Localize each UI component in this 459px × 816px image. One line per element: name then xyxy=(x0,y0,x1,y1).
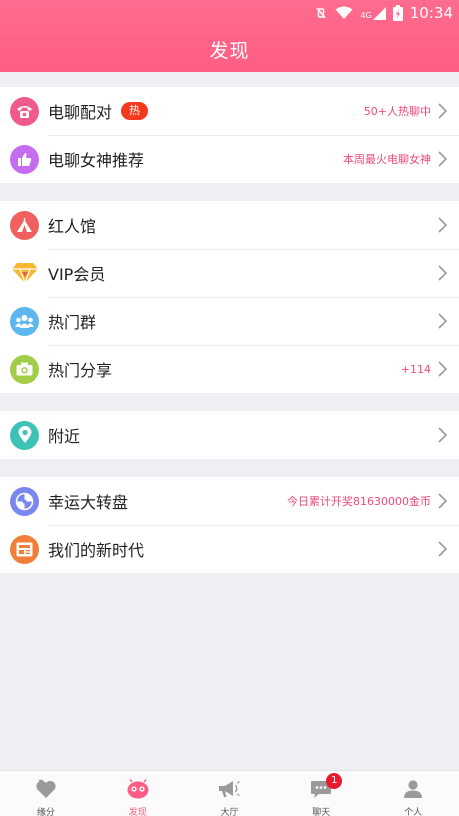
status-bar: 4G 10:34 xyxy=(314,3,453,23)
row-label: 热门分享 xyxy=(48,361,113,380)
location-pin-icon xyxy=(10,420,39,450)
row-right-text: 今日累计开奖81630000金币 xyxy=(287,495,431,508)
unread-badge: 1 xyxy=(326,773,343,789)
group-nearby: 附近 xyxy=(0,411,459,459)
row-label: 我们的新时代 xyxy=(48,541,145,560)
network-type: 4G xyxy=(360,10,372,20)
row-label: 附近 xyxy=(48,427,81,446)
row-lucky-wheel[interactable]: 幸运大转盘 今日累计开奖81630000金币 xyxy=(0,477,459,525)
row-vip-member[interactable]: VIP会员 xyxy=(0,249,459,297)
row-label: 热门群 xyxy=(48,313,97,332)
row-goddess-recommend[interactable]: 电聊女神推荐 本周最火电聊女神 xyxy=(0,135,459,183)
row-label: 电聊配对 xyxy=(48,103,113,122)
row-label: 电聊女神推荐 xyxy=(48,151,145,170)
vibrate-off-icon xyxy=(314,6,328,20)
tab-label: 发现 xyxy=(128,808,147,816)
row-nearby[interactable]: 附近 xyxy=(0,411,459,459)
discover-icon xyxy=(126,779,150,803)
hot-badge: 热 xyxy=(121,102,149,120)
chevron-right-icon xyxy=(438,427,448,447)
group-popular: 红人馆 VIP会员 热门群 热门分享 +114 xyxy=(0,201,459,393)
row-new-era[interactable]: 我们的新时代 xyxy=(0,525,459,573)
app-header: 4G 10:34 发现 xyxy=(0,0,459,72)
tab-profile[interactable]: 个人 xyxy=(367,771,459,816)
chevron-right-icon xyxy=(438,265,448,285)
tab-fate[interactable]: 缘分 xyxy=(0,771,92,816)
row-celebrity-hall[interactable]: 红人馆 xyxy=(0,201,459,249)
battery-icon xyxy=(392,5,403,21)
row-right-text: +114 xyxy=(400,362,431,376)
status-time: 10:34 xyxy=(409,4,453,22)
diamond-icon xyxy=(10,259,39,288)
wheel-icon xyxy=(10,486,39,516)
tab-label: 个人 xyxy=(404,808,423,816)
row-label: 幸运大转盘 xyxy=(48,493,129,512)
phone-icon xyxy=(10,96,39,126)
group-matching: 电聊配对 热 50+人热聊中 电聊女神推荐 本周最火电聊女神 xyxy=(0,87,459,183)
chevron-right-icon xyxy=(438,151,448,171)
chevron-right-icon xyxy=(438,493,448,513)
tab-lobby[interactable]: 大厅 xyxy=(184,771,276,816)
tab-label: 大厅 xyxy=(220,808,239,816)
row-label: VIP会员 xyxy=(48,265,106,284)
row-right-text: 50+人热聊中 xyxy=(363,105,431,118)
tab-label: 缘分 xyxy=(36,808,55,816)
chevron-right-icon xyxy=(438,541,448,561)
chevron-right-icon xyxy=(438,313,448,333)
news-icon xyxy=(10,534,39,564)
tent-icon xyxy=(10,210,39,240)
row-right-text: 本周最火电聊女神 xyxy=(343,153,431,166)
row-label: 红人馆 xyxy=(48,217,97,236)
row-hot-groups[interactable]: 热门群 xyxy=(0,297,459,345)
tab-label: 聊天 xyxy=(312,808,331,816)
chevron-right-icon xyxy=(438,217,448,237)
group-icon xyxy=(10,306,39,336)
thumbs-up-icon xyxy=(10,144,39,174)
chevron-right-icon xyxy=(438,103,448,123)
person-icon xyxy=(403,779,423,803)
page-title: 发现 xyxy=(209,40,250,62)
row-hot-share[interactable]: 热门分享 +114 xyxy=(0,345,459,393)
heart-icon xyxy=(35,779,57,803)
megaphone-icon xyxy=(217,779,241,803)
group-activities: 幸运大转盘 今日累计开奖81630000金币 我们的新时代 xyxy=(0,477,459,573)
chevron-right-icon xyxy=(438,361,448,381)
row-phone-match[interactable]: 电聊配对 热 50+人热聊中 xyxy=(0,87,459,135)
tab-discover[interactable]: 发现 xyxy=(92,771,184,816)
tab-chat[interactable]: 1 聊天 xyxy=(275,771,367,816)
bottom-tab-bar: 缘分 发现 大厅 1 聊天 个人 xyxy=(0,770,459,816)
camera-icon xyxy=(10,354,39,384)
wifi-icon xyxy=(335,6,353,20)
signal-icon xyxy=(372,6,386,20)
